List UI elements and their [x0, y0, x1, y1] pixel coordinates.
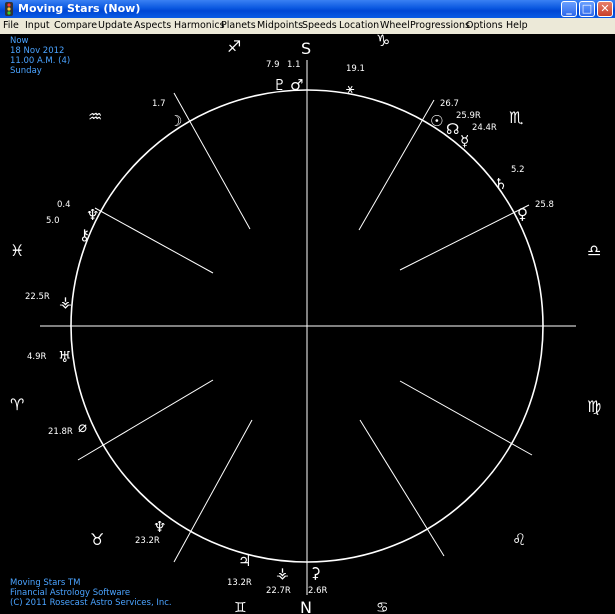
scorpio-sign-icon: ♏: [509, 108, 523, 127]
sun-icon: ☉: [430, 112, 443, 130]
menu-aspects[interactable]: Aspects: [134, 19, 171, 33]
node-icon: ☊: [446, 120, 459, 138]
cancer-sign-icon: ♋: [376, 600, 389, 614]
window-title: Moving Stars (Now): [18, 2, 141, 15]
app-window: Moving Stars (Now) _ □ ✕ File Input Comp…: [0, 0, 615, 614]
libra-sign-icon: ♎: [587, 241, 601, 260]
cusp-line: [358, 99, 435, 231]
poseidon-degree: 23.2R: [135, 536, 160, 546]
poseidon-icon: ♆: [153, 518, 166, 536]
minimize-button[interactable]: _: [561, 1, 577, 17]
jupiter-icon: ♃: [238, 552, 251, 570]
node-degree: 25.9R: [456, 111, 481, 121]
menu-file[interactable]: File: [3, 19, 19, 33]
close-button[interactable]: ✕: [597, 1, 613, 17]
menu-midpoints[interactable]: Midpoints: [257, 19, 303, 33]
juno-icon: ⚳: [310, 564, 321, 582]
menu-help[interactable]: Help: [506, 19, 528, 33]
cusp-line: [94, 207, 214, 274]
moon-degree: 1.7: [152, 99, 166, 109]
menu-location[interactable]: Location: [339, 19, 379, 33]
traffic-light-icon: [5, 2, 13, 16]
pisces-sign-icon: ♓: [10, 241, 24, 260]
mars-icon: ♂: [290, 76, 303, 94]
cusp-line: [399, 204, 530, 271]
leo-sign-icon: ♌: [512, 530, 526, 549]
vesta-degree: 22.5R: [25, 292, 50, 302]
pluto-degree: 7.9: [266, 60, 280, 70]
saturn-degree: 5.2: [511, 165, 525, 175]
neptune-degree: 0.4: [57, 200, 71, 210]
cusp-line: [399, 380, 533, 456]
menu-progressions[interactable]: Progressions: [410, 19, 470, 33]
direction-south: S: [301, 39, 311, 58]
menu-speeds[interactable]: Speeds: [302, 19, 337, 33]
persephone-icon: ⌀: [78, 418, 87, 436]
uranus-icon: ♅: [58, 348, 71, 366]
neptune-icon: ♆: [86, 206, 99, 224]
menu-wheel[interactable]: Wheel: [380, 19, 410, 33]
footer-product: Moving Stars TM: [10, 578, 81, 588]
moon-icon: ☽: [169, 112, 182, 130]
menu-planets[interactable]: Planets: [221, 19, 256, 33]
menu-input[interactable]: Input: [25, 19, 50, 33]
menu-update[interactable]: Update: [98, 19, 132, 33]
vesta-icon: ⚶: [59, 293, 72, 311]
footer-tagline: Financial Astrology Software: [10, 588, 131, 598]
pluto-icon: ♇: [273, 76, 286, 94]
title-bar[interactable]: Moving Stars (Now) _ □ ✕: [0, 0, 615, 18]
cusp-line: [173, 92, 251, 230]
virgo-sign-icon: ♍: [587, 397, 601, 416]
uranus-degree: 4.9R: [27, 352, 47, 362]
chiron-icon: ⚷: [79, 226, 90, 244]
chiron-degree: 5.0: [46, 216, 60, 226]
direction-north: N: [300, 598, 312, 614]
juno-degree: 2.6R: [308, 586, 328, 596]
footer-copyright: (C) 2011 Rosecast Astro Services, Inc.: [10, 598, 172, 608]
house-cusps: [77, 92, 533, 563]
south-node-degree: 22.7R: [266, 586, 291, 596]
asteroid-icon: ⚹: [346, 81, 355, 97]
aquarius-sign-icon: ♒: [88, 107, 102, 126]
menu-compare[interactable]: Compare: [54, 19, 97, 33]
menu-options[interactable]: Options: [466, 19, 503, 33]
mercury-icon: ☿: [460, 132, 469, 150]
jupiter-degree: 13.2R: [227, 578, 252, 588]
venus-degree: 25.8: [535, 200, 554, 210]
sagittarius-sign-icon: ♐: [227, 37, 241, 56]
menu-bar: File Input Compare Update Aspects Harmon…: [0, 18, 615, 34]
asteroid-degree: 19.1: [346, 64, 365, 74]
cusp-line: [173, 419, 253, 563]
cusp-line: [77, 379, 214, 461]
gemini-sign-icon: ♊: [234, 600, 247, 614]
cusp-line: [359, 419, 445, 557]
maximize-button[interactable]: □: [579, 1, 595, 17]
menu-harmonics[interactable]: Harmonics: [174, 19, 225, 33]
saturn-icon: ♄: [494, 175, 507, 193]
taurus-sign-icon: ♉: [90, 530, 104, 549]
sun-degree: 26.7: [440, 99, 459, 109]
aries-sign-icon: ♈: [10, 395, 24, 414]
persephone-degree: 21.8R: [48, 427, 73, 437]
venus-icon: ♀: [517, 205, 528, 223]
capricorn-sign-icon: ♑: [376, 34, 390, 50]
astro-wheel: S N ♐ ♑ ♒ ♏ ♓ ♎ ♈ ♍ ♉ ♌ ♊ ♋ 7.9 ♇ 1.1 ♂ …: [10, 34, 601, 614]
south-node-icon: ⚶: [276, 564, 289, 582]
mercury-degree: 24.4R: [472, 123, 497, 133]
mars-degree: 1.1: [287, 60, 301, 70]
